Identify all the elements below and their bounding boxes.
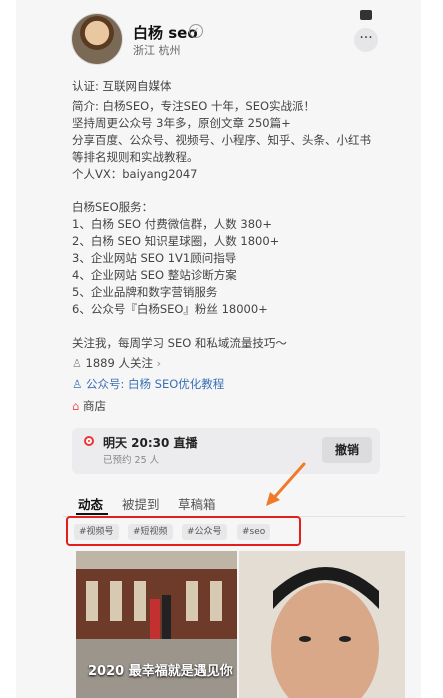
arrow-annotation xyxy=(266,462,306,506)
service-item: 6、公众号『白杨SEO』粉丝 18000+ xyxy=(72,302,268,316)
bio-line: 坚持周更公众号 3年多，原创文章 250篇+ xyxy=(72,116,291,130)
more-button[interactable]: ··· xyxy=(354,28,378,52)
certification-text: 认证: 互联网自媒体 xyxy=(72,79,172,93)
video-thumbnail[interactable] xyxy=(239,551,405,698)
verified-icon: ✓ xyxy=(189,24,203,38)
live-title: 明天 20:30 直播 xyxy=(103,436,198,450)
followers-row[interactable]: ♙ 1889 人关注 › xyxy=(72,355,161,371)
tab-mentioned[interactable]: 被提到 xyxy=(122,494,160,513)
bio-line: 分享百度、公众号、视频号、小程序、知乎、头条、小红书 xyxy=(72,133,371,147)
account-icon: ♙ xyxy=(72,377,83,391)
tab-underline xyxy=(76,513,108,515)
thumbnail-image xyxy=(239,551,405,698)
profile-location: 浙江 杭州 xyxy=(133,44,181,57)
shop-icon: ⌂ xyxy=(72,399,80,413)
service-item: 2、白杨 SEO 知识星球圈，人数 1800+ xyxy=(72,234,280,248)
follow-note: 关注我，每周学习 SEO 和私域流量技巧～ xyxy=(72,336,287,350)
service-item: 4、企业网站 SEO 整站诊断方案 xyxy=(72,268,237,282)
bio-line: 个人VX：baiyang2047 xyxy=(72,167,198,181)
avatar[interactable] xyxy=(72,14,122,64)
services-title: 白杨SEO服务： xyxy=(72,200,154,214)
official-account-link[interactable]: ♙ 公众号: 白杨 SEO优化教程 xyxy=(72,376,224,392)
shop-link[interactable]: ⌂ 商店 xyxy=(72,398,106,414)
followers-count: 1889 人关注 xyxy=(85,356,153,370)
tab-feed[interactable]: 动态 xyxy=(78,494,103,513)
bio-line: 简介: 白杨SEO，专注SEO 十年，SEO实战派！ xyxy=(72,99,316,113)
video-caption: 2020 最幸福就是遇见你 xyxy=(88,664,233,679)
profile-name: 白杨 seo xyxy=(133,24,198,42)
camera-icon[interactable] xyxy=(360,10,372,20)
live-subtitle: 已预约 25 人 xyxy=(103,455,160,466)
service-item: 1、白杨 SEO 付费微信群，人数 380+ xyxy=(72,217,272,231)
live-icon xyxy=(84,436,94,446)
service-item: 5、企业品牌和数字营销服务 xyxy=(72,285,218,299)
highlight-box xyxy=(66,516,301,546)
service-item: 3、企业网站 SEO 1V1顾问指导 xyxy=(72,251,237,265)
shop-label: 商店 xyxy=(82,399,106,413)
official-account-label: 公众号: 白杨 SEO优化教程 xyxy=(85,377,225,391)
tab-drafts[interactable]: 草稿箱 xyxy=(178,494,216,513)
chevron-right-icon: › xyxy=(156,357,162,370)
person-icon: ♙ xyxy=(72,357,82,370)
cancel-button[interactable]: 撤销 xyxy=(322,437,372,463)
bio-line: 等排名规则和实战教程。 xyxy=(72,150,199,164)
